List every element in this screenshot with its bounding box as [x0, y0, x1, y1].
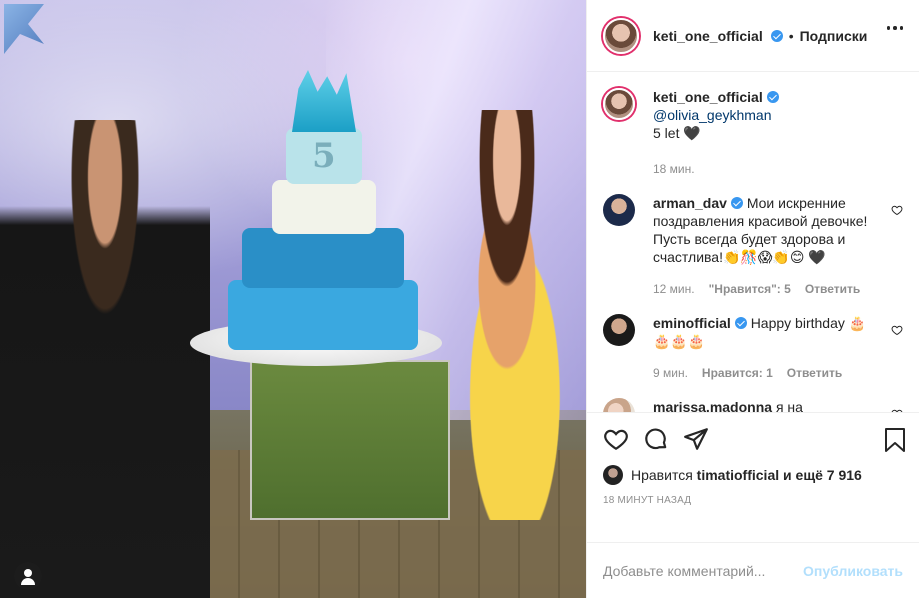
separator: •: [788, 27, 794, 44]
cake-tier-3: [272, 180, 376, 234]
comment-item: marissa.madonna я на сегоНашний день с м…: [603, 398, 903, 412]
likes-summary[interactable]: Нравится timatiofficial и ещё 7 916: [603, 465, 903, 485]
caption-username[interactable]: keti_one_official: [653, 89, 763, 105]
comment-username[interactable]: eminofficial: [653, 315, 731, 331]
verified-badge-icon: [730, 197, 743, 209]
post-header: keti_one_official • Подписки: [587, 0, 919, 72]
commenter-avatar[interactable]: [603, 314, 635, 346]
cake-number: 5: [312, 136, 336, 176]
caption-time[interactable]: 18 мин.: [653, 160, 695, 178]
share-paper-plane-icon[interactable]: [683, 426, 709, 452]
comment-likes[interactable]: Нравится: 1: [702, 364, 773, 382]
girl-figure: [428, 110, 586, 520]
verified-badge-icon: [770, 29, 783, 42]
post-timestamp[interactable]: 18 минут назад: [603, 495, 903, 506]
caption-mention[interactable]: @olivia_geykhman: [653, 107, 772, 123]
post-actions: Нравится timatiofficial и ещё 7 916 18 м…: [587, 412, 919, 542]
caption-avatar[interactable]: [603, 88, 635, 120]
user-icon: [24, 569, 32, 577]
mirror-cube-stand: [250, 360, 450, 520]
tagged-users-button[interactable]: [14, 562, 42, 590]
likes-count[interactable]: и ещё 7 916: [783, 467, 862, 483]
instagram-post: 5 keti_one_official • Подписки keti_one_…: [0, 0, 919, 598]
commenter-avatar[interactable]: [603, 398, 635, 412]
caption: keti_one_official @olivia_geykhman 5 let…: [603, 88, 903, 178]
post-photo[interactable]: 5: [0, 0, 586, 598]
liker-username[interactable]: timatiofficial: [697, 467, 779, 483]
comment-likes[interactable]: "Нравится": 5: [709, 280, 791, 298]
commenter-avatar[interactable]: [603, 194, 635, 226]
comment-username[interactable]: marissa.madonna: [653, 399, 772, 412]
author-username[interactable]: keti_one_official: [653, 28, 763, 44]
woman-figure: [0, 120, 210, 598]
comment-input[interactable]: Добавьте комментарий...: [603, 563, 765, 579]
comment-item: arman_dav Мои искренние поздравления кра…: [603, 194, 903, 298]
likes-prefix: Нравится: [631, 467, 693, 483]
comment-username[interactable]: arman_dav: [653, 195, 727, 211]
like-comment-heart-icon[interactable]: [891, 324, 903, 336]
birthday-cake: 5: [228, 70, 418, 350]
liker-avatar: [603, 465, 623, 485]
comment-time[interactable]: 9 мин.: [653, 364, 688, 382]
cake-tier-1: [228, 280, 418, 350]
caption-text: 5 let 🖤: [653, 125, 701, 141]
more-options-icon[interactable]: [886, 26, 903, 30]
reply-button[interactable]: Ответить: [805, 280, 860, 298]
publish-button[interactable]: Опубликовать: [803, 563, 903, 579]
add-comment-bar: Добавьте комментарий... Опубликовать: [587, 542, 919, 598]
author-avatar[interactable]: [603, 17, 639, 54]
post-side-panel: keti_one_official • Подписки keti_one_of…: [586, 0, 919, 598]
reply-button[interactable]: Ответить: [787, 364, 842, 382]
like-comment-heart-icon[interactable]: [891, 204, 903, 216]
comment-item: eminofficial Happy birthday 🎂 🎂🎂🎂 9 мин.…: [603, 314, 903, 382]
comment-time[interactable]: 12 мин.: [653, 280, 695, 298]
following-button[interactable]: Подписки: [800, 28, 868, 44]
like-heart-icon[interactable]: [603, 426, 629, 452]
verified-badge-icon: [766, 91, 779, 103]
ice-castle-topper: [292, 70, 356, 132]
save-bookmark-icon[interactable]: [883, 427, 907, 453]
cake-tier-2: [242, 228, 404, 288]
verified-badge-icon: [734, 317, 747, 329]
comment-bubble-icon[interactable]: [643, 426, 669, 452]
comments-list[interactable]: keti_one_official @olivia_geykhman 5 let…: [587, 72, 919, 412]
